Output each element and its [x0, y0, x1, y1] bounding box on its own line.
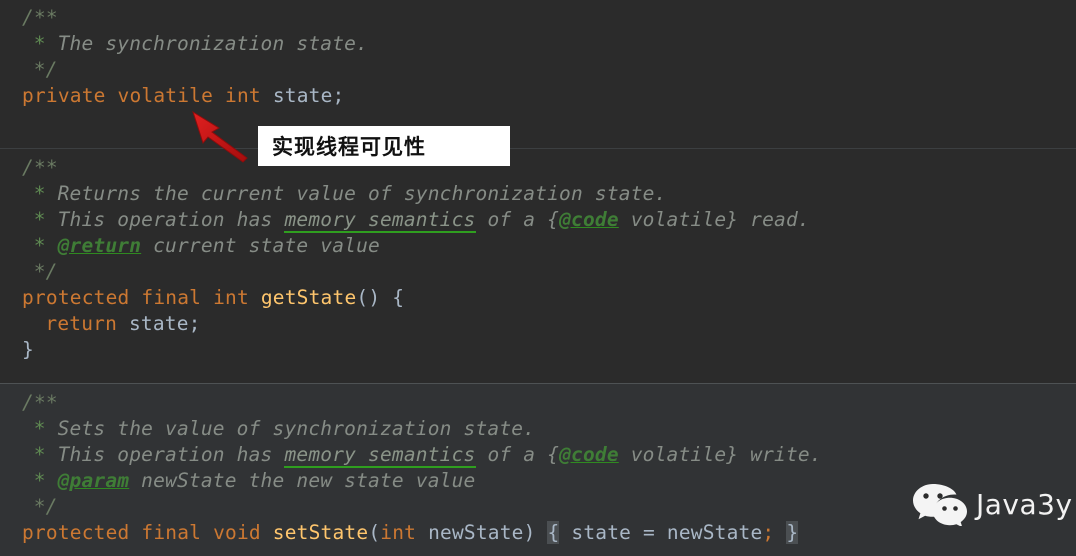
code-token: * [33, 208, 58, 231]
code-token: current state value [141, 234, 380, 257]
code-token: * [33, 469, 58, 492]
code-token: } [786, 521, 799, 544]
code-token: volatile} read. [618, 208, 810, 231]
code-token: ) [523, 521, 548, 544]
watermark: Java3y [912, 482, 1073, 526]
code-pane-get-state: /** * Returns the current value of synchr… [0, 148, 1076, 383]
code-line: * @return current state value [34, 233, 380, 259]
code-token: */ [33, 58, 58, 81]
code-line: protected final int getState() { [22, 285, 404, 311]
code-screenshot: /** * The synchronization state. */private… [0, 0, 1076, 556]
code-token: return [45, 312, 118, 335]
code-token: ; [762, 521, 775, 544]
code-token: volatile [117, 84, 214, 107]
code-token: * [33, 182, 58, 205]
code-token: Sets the value of synchronization state. [57, 417, 536, 440]
code-token: memory semantics [284, 208, 476, 233]
code-token: void [213, 521, 261, 544]
code-line: /** [22, 155, 58, 181]
code-token: } [22, 338, 34, 361]
code-token: getState [260, 286, 357, 309]
code-token: * [33, 417, 58, 440]
code-token: int [213, 286, 249, 309]
code-token: final [141, 286, 202, 309]
code-token: * [33, 32, 58, 55]
code-line: * This operation has memory semantics of… [34, 442, 822, 468]
code-line: */ [34, 259, 58, 285]
code-token: state; [128, 312, 201, 335]
code-token: */ [33, 260, 58, 283]
code-line: } [22, 337, 34, 363]
code-token: ( [368, 521, 381, 544]
code-pane-field-declaration: /** * The synchronization state. */private… [0, 0, 1076, 148]
annotation-callout-label: 实现线程可见性 [272, 135, 426, 159]
code-token: @return [57, 234, 142, 257]
code-line: private volatile int state; [22, 83, 344, 109]
code-token: final [141, 521, 202, 544]
code-token: protected [22, 286, 130, 309]
code-token: newState [428, 521, 524, 544]
wechat-icon [913, 484, 967, 526]
code-token: state; [272, 84, 345, 107]
code-token: int [225, 84, 261, 107]
code-line: /** [22, 390, 58, 416]
code-token: () { [356, 286, 405, 309]
code-token: /** [22, 156, 58, 179]
code-line: * The synchronization state. [34, 31, 368, 57]
code-token: memory semantics [284, 443, 476, 468]
code-line: protected final void setState(int newSta… [22, 520, 799, 546]
code-token: state = newState [559, 521, 763, 544]
code-token: @param [57, 469, 130, 492]
code-token: volatile} write. [618, 443, 822, 466]
code-token: * [33, 234, 58, 257]
code-token: /** [22, 6, 58, 29]
code-token: { [547, 521, 560, 544]
code-line: * @param newState the new state value [34, 468, 476, 494]
code-line: * This operation has memory semantics of… [34, 207, 810, 233]
code-token: protected [22, 521, 130, 544]
code-token: private [22, 84, 106, 107]
code-token: * [33, 443, 58, 466]
code-token: of a { [475, 208, 560, 231]
code-token: /** [22, 391, 58, 414]
code-token: setState [272, 521, 369, 544]
code-token: newState the new state value [129, 469, 476, 492]
code-line: */ [34, 494, 58, 520]
code-line: * Returns the current value of synchroni… [34, 181, 667, 207]
code-line: * Sets the value of synchronization stat… [34, 416, 536, 442]
annotation-callout-box: 实现线程可见性 [258, 126, 510, 166]
code-token: This operation has [57, 443, 285, 466]
code-token: of a { [475, 443, 560, 466]
code-token: @code [559, 443, 619, 466]
code-token: This operation has [57, 208, 285, 231]
code-line: return state; [45, 311, 200, 337]
code-line: */ [34, 57, 58, 83]
code-token: The synchronization state. [57, 32, 369, 55]
code-pane-set-state: /** * Sets the value of synchronization s… [0, 383, 1076, 556]
code-token: @code [559, 208, 619, 231]
code-token: int [380, 521, 417, 544]
code-token: */ [33, 495, 58, 518]
code-line: /** [22, 5, 58, 31]
watermark-label: Java3y [976, 487, 1073, 521]
code-token: Returns the current value of synchroniza… [57, 182, 667, 205]
